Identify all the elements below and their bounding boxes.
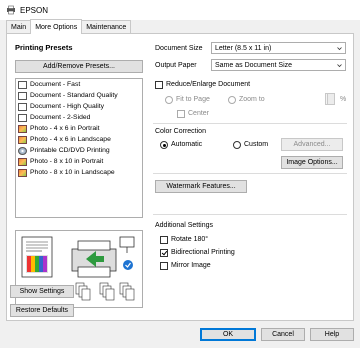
preset-label: Photo - 8 x 10 in Landscape [30,169,115,176]
show-settings-button[interactable]: Show Settings [10,285,74,298]
tab-maintenance[interactable]: Maintenance [81,20,132,34]
document-size-select[interactable]: Letter (8.5 x 11 in) [211,42,346,54]
reduce-enlarge-label: Reduce/Enlarge Document [166,81,251,88]
fit-to-page-label: Fit to Page [176,96,210,103]
chevron-down-icon [337,64,342,68]
preset-label: Document - High Quality [30,103,105,110]
preset-label: Printable CD/DVD Printing [30,147,110,154]
automatic-radio[interactable] [160,141,168,149]
watermark-features-button[interactable]: Watermark Features... [155,180,247,193]
photo-icon [18,135,27,144]
list-item[interactable]: Photo - 4 x 6 in Portrait [16,123,142,134]
list-item[interactable]: Document - High Quality [16,101,142,112]
list-item[interactable]: Photo - 4 x 6 in Landscape [16,134,142,145]
document-size-value: Letter (8.5 x 11 in) [215,44,272,52]
rotate-180-checkbox[interactable] [160,236,168,244]
photo-icon [18,124,27,133]
list-item[interactable]: Printable CD/DVD Printing [16,145,142,156]
preset-label: Photo - 4 x 6 in Portrait [30,125,100,132]
color-correction-heading: Color Correction [155,128,206,135]
preset-label: Document - 2-Sided [30,114,91,121]
title-bar: EPSON [0,0,360,20]
document-size-label: Document Size [155,45,203,52]
divider [153,173,347,174]
cancel-button[interactable]: Cancel [261,328,305,341]
add-remove-presets-button[interactable]: Add/Remove Presets... [15,60,143,73]
divider [153,123,347,124]
disc-icon [18,146,27,155]
rotate-180-label: Rotate 180° [171,236,209,243]
output-paper-label: Output Paper [155,62,197,69]
tab-main[interactable]: Main [6,20,32,34]
list-item[interactable]: Document - Fast [16,79,142,90]
divider [153,214,347,215]
preset-label: Document - Standard Quality [30,92,118,99]
printer-app-icon [7,5,15,15]
presets-list[interactable]: Document - Fast Document - Standard Qual… [15,78,143,218]
custom-radio[interactable] [233,141,241,149]
list-item[interactable]: Photo - 8 x 10 in Portrait [16,156,142,167]
chevron-down-icon [337,47,342,51]
preset-label: Photo - 8 x 10 in Portrait [30,158,104,165]
reduce-enlarge-checkbox[interactable] [155,81,163,89]
output-paper-select[interactable]: Same as Document Size [211,59,346,71]
fit-to-page-radio[interactable] [165,96,173,104]
document-icon [18,113,27,122]
mirror-image-checkbox[interactable] [160,262,168,270]
bidirectional-printing-label: Bidirectional Printing [171,249,235,256]
tab-strip: Main More Options Maintenance [6,19,132,34]
tab-more-options[interactable]: More Options [30,19,83,34]
photo-icon [18,157,27,166]
window-title: EPSON [20,5,49,15]
preset-label: Photo - 4 x 6 in Landscape [30,136,111,143]
document-icon [18,80,27,89]
zoom-spinner[interactable] [327,93,335,105]
zoom-to-label: Zoom to [239,96,265,103]
center-label: Center [188,110,210,117]
list-item[interactable]: Document - 2-Sided [16,112,142,123]
printing-presets-heading: Printing Presets [15,43,73,52]
custom-label: Custom [244,141,269,148]
automatic-label: Automatic [171,141,203,148]
output-paper-value: Same as Document Size [215,61,293,69]
mirror-image-label: Mirror Image [171,262,211,269]
list-item[interactable]: Photo - 8 x 10 in Landscape [16,167,142,178]
help-button[interactable]: Help [310,328,354,341]
center-checkbox[interactable] [177,110,185,118]
document-icon [18,91,27,100]
more-options-panel: Printing Presets Add/Remove Presets... D… [6,33,354,321]
document-icon [18,102,27,111]
additional-settings-heading: Additional Settings [155,222,213,229]
percent-label: % [340,96,347,103]
restore-defaults-button[interactable]: Restore Defaults [10,304,74,317]
photo-icon [18,168,27,177]
image-options-button[interactable]: Image Options... [281,156,343,169]
zoom-to-radio[interactable] [228,96,236,104]
list-item[interactable]: Document - Standard Quality [16,90,142,101]
ok-button[interactable]: OK [200,328,256,341]
bidirectional-printing-checkbox[interactable] [160,249,168,257]
preset-label: Document - Fast [30,81,81,88]
advanced-button[interactable]: Advanced... [281,138,343,151]
